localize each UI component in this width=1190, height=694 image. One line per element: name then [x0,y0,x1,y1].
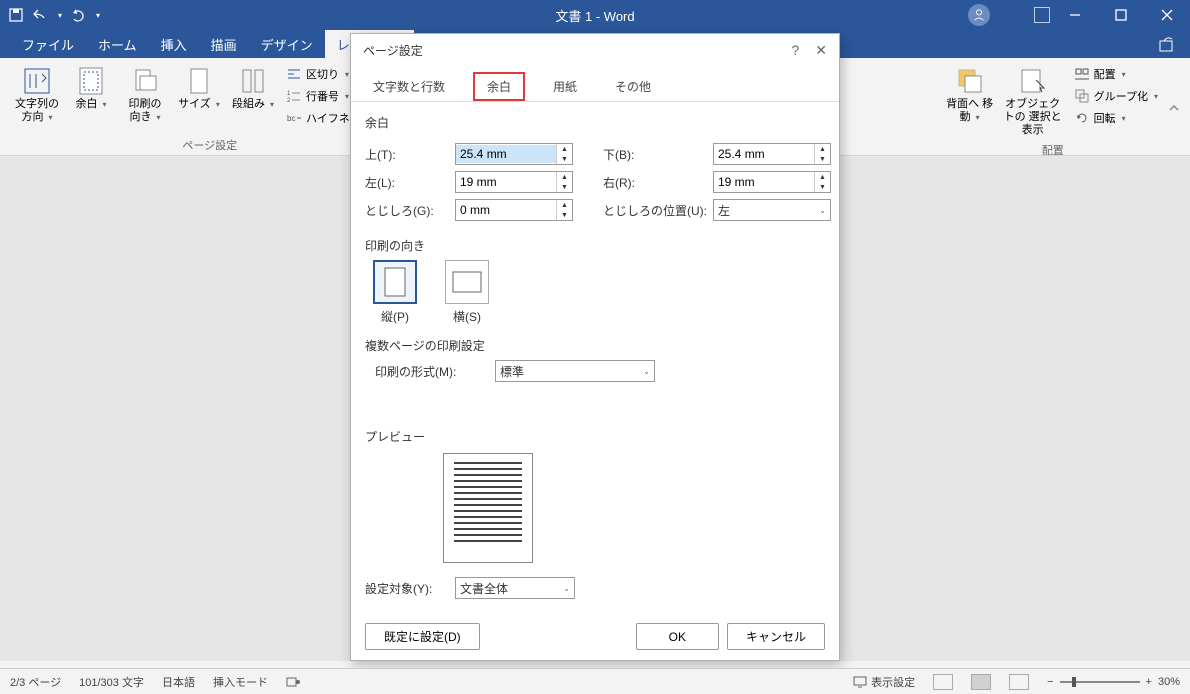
margin-left-label: 左(L): [365,174,455,191]
undo-dropdown-icon[interactable]: ▾ [58,11,62,20]
margin-top-spinner[interactable]: ▲▼ [455,143,573,165]
selection-pane-button[interactable]: オブジェクトの 選択と表示 [1000,64,1066,140]
section-preview-label: プレビュー [365,428,825,445]
margin-bottom-label: 下(B): [603,146,713,163]
margin-right-label: 右(R): [603,174,713,191]
group-arrange: 背面へ 移動 ▾ オブジェクトの 選択と表示 配置▾ グループ化▾ 回転▾ [938,60,1168,155]
zoom-level[interactable]: 30% [1158,676,1180,688]
zoom-slider[interactable] [1060,681,1140,683]
gutter-position-dropdown[interactable]: 左⌄ [713,199,831,221]
status-insert-mode[interactable]: 挿入モード [213,674,268,690]
redo-icon[interactable] [70,7,86,23]
dialog-title: ページ設定 [363,42,423,59]
share-icon[interactable] [1158,35,1176,53]
page-setup-dialog: ページ設定 ? ✕ 文字数と行数 余白 用紙 その他 余白 上(T): ▲▼ [350,33,840,661]
apply-to-dropdown[interactable]: 文書全体⌄ [455,577,575,599]
margin-bottom-input[interactable] [714,145,814,163]
columns-button[interactable]: 段組み ▾ [228,64,278,113]
section-margins-label: 余白 [365,114,825,131]
dialog-footer: 既定に設定(D) OK キャンセル [351,613,839,660]
cancel-button[interactable]: キャンセル [727,623,825,650]
status-page[interactable]: 2/3 ページ [10,674,61,690]
size-button[interactable]: サイズ ▾ [174,64,224,113]
close-button[interactable] [1144,0,1190,30]
collapse-ribbon-icon[interactable] [1168,60,1184,155]
align-menu-button[interactable]: 配置▾ [1070,64,1162,84]
status-bar: 2/3 ページ 101/303 文字 日本語 挿入モード 表示設定 − + 30… [0,668,1190,694]
print-layout-view-button[interactable] [971,674,991,690]
orientation-button[interactable]: 印刷の 向き ▾ [120,64,170,126]
dialog-close-icon[interactable]: ✕ [815,42,827,59]
save-icon[interactable] [8,7,24,23]
zoom-control: − + 30% [1047,676,1180,688]
margin-top-input[interactable] [456,145,556,163]
svg-text:2: 2 [287,98,291,104]
status-words[interactable]: 101/303 文字 [79,674,144,690]
tab-file[interactable]: ファイル [10,30,86,58]
quick-access-toolbar: ▾ ▾ [8,7,100,23]
macro-record-icon[interactable] [286,675,300,689]
text-direction-button[interactable]: 文字列の 方向 ▾ [12,64,62,126]
svg-text:1: 1 [287,91,291,97]
group-menu-button[interactable]: グループ化▾ [1070,86,1162,106]
rotate-menu-button[interactable]: 回転▾ [1070,108,1162,128]
margin-right-input[interactable] [714,173,814,191]
margin-left-spinner[interactable]: ▲▼ [455,171,573,193]
dialog-tab-other[interactable]: その他 [605,72,661,101]
margin-bottom-spinner[interactable]: ▲▼ [713,143,831,165]
gutter-spinner[interactable]: ▲▼ [455,199,573,221]
title-bar: ▾ ▾ 文書 1 - Word [0,0,1190,30]
gutter-position-label: とじしろの位置(U): [603,202,713,219]
group-label-page-setup: ページ設定 [12,135,408,155]
window-title: 文書 1 - Word [555,6,634,25]
apply-to-label: 設定対象(Y): [365,580,455,597]
tab-draw[interactable]: 描画 [199,30,249,58]
read-mode-view-button[interactable] [933,674,953,690]
orientation-landscape-button[interactable]: 横(S) [437,260,497,325]
print-format-dropdown[interactable]: 標準⌄ [495,360,655,382]
svg-text:bc: bc [287,114,295,123]
ribbon-display-options-icon[interactable] [1034,7,1050,23]
section-multi-label: 複数ページの印刷設定 [365,337,825,354]
window-controls [1052,0,1190,30]
tab-design[interactable]: デザイン [249,30,325,58]
preview-box [443,453,533,563]
group-label-arrange: 配置 [944,140,1162,156]
dialog-tabs: 文字数と行数 余白 用紙 その他 [351,66,839,102]
margin-top-label: 上(T): [365,146,455,163]
web-layout-view-button[interactable] [1009,674,1029,690]
tab-home[interactable]: ホーム [86,30,149,58]
user-avatar[interactable] [968,4,990,26]
display-settings-button[interactable]: 表示設定 [853,674,915,690]
status-language[interactable]: 日本語 [162,674,195,690]
dialog-tab-chars-lines[interactable]: 文字数と行数 [363,72,455,101]
section-orientation-label: 印刷の向き [365,237,825,254]
help-icon[interactable]: ? [791,42,799,59]
zoom-in-button[interactable]: + [1146,676,1152,688]
tab-insert[interactable]: 挿入 [149,30,199,58]
undo-icon[interactable] [32,7,48,23]
print-format-label: 印刷の形式(M): [375,363,495,380]
margin-left-input[interactable] [456,173,556,191]
ok-button[interactable]: OK [636,623,719,650]
dialog-title-bar: ページ設定 ? ✕ [351,34,839,66]
qat-customize-icon[interactable]: ▾ [96,11,100,20]
margins-button[interactable]: 余白 ▾ [66,64,116,113]
gutter-input[interactable] [456,201,556,219]
maximize-button[interactable] [1098,0,1144,30]
minimize-button[interactable] [1052,0,1098,30]
orientation-portrait-button[interactable]: 縦(P) [365,260,425,325]
zoom-out-button[interactable]: − [1047,676,1053,688]
set-default-button[interactable]: 既定に設定(D) [365,623,480,650]
gutter-label: とじしろ(G): [365,202,455,219]
dialog-tab-paper[interactable]: 用紙 [543,72,587,101]
margin-right-spinner[interactable]: ▲▼ [713,171,831,193]
send-backward-button[interactable]: 背面へ 移動 ▾ [944,64,996,126]
dialog-tab-margins[interactable]: 余白 [473,72,525,101]
